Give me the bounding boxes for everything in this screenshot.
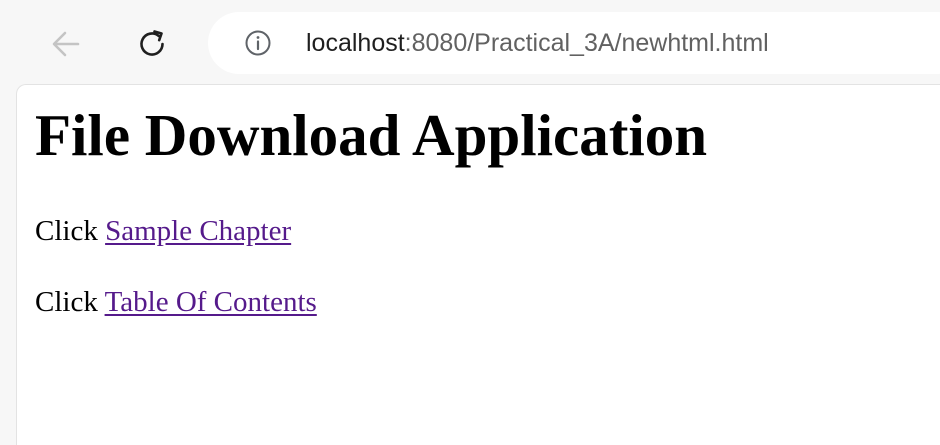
line-prefix: Click xyxy=(35,286,98,318)
download-line-sample-chapter: Click Sample Chapter xyxy=(35,213,291,249)
url-host: localhost xyxy=(306,29,405,57)
arrow-left-icon xyxy=(52,31,80,57)
reload-button[interactable] xyxy=(130,22,174,66)
info-icon[interactable] xyxy=(244,29,272,57)
url-text[interactable]: localhost:8080/Practical_3A/newhtml.html xyxy=(306,27,769,59)
download-line-table-of-contents: Click Table Of Contents xyxy=(35,284,317,320)
reload-icon xyxy=(140,30,164,56)
table-of-contents-link[interactable]: Table Of Contents xyxy=(105,286,317,318)
page-viewport: File Download Application Click Sample C… xyxy=(16,84,940,445)
sample-chapter-link[interactable]: Sample Chapter xyxy=(105,215,291,247)
address-bar[interactable]: localhost:8080/Practical_3A/newhtml.html xyxy=(208,12,940,74)
browser-toolbar: localhost:8080/Practical_3A/newhtml.html xyxy=(0,0,940,82)
page-title: File Download Application xyxy=(35,102,708,168)
back-button[interactable] xyxy=(44,22,88,66)
url-path: :8080/Practical_3A/newhtml.html xyxy=(404,29,769,57)
line-prefix: Click xyxy=(35,215,98,247)
